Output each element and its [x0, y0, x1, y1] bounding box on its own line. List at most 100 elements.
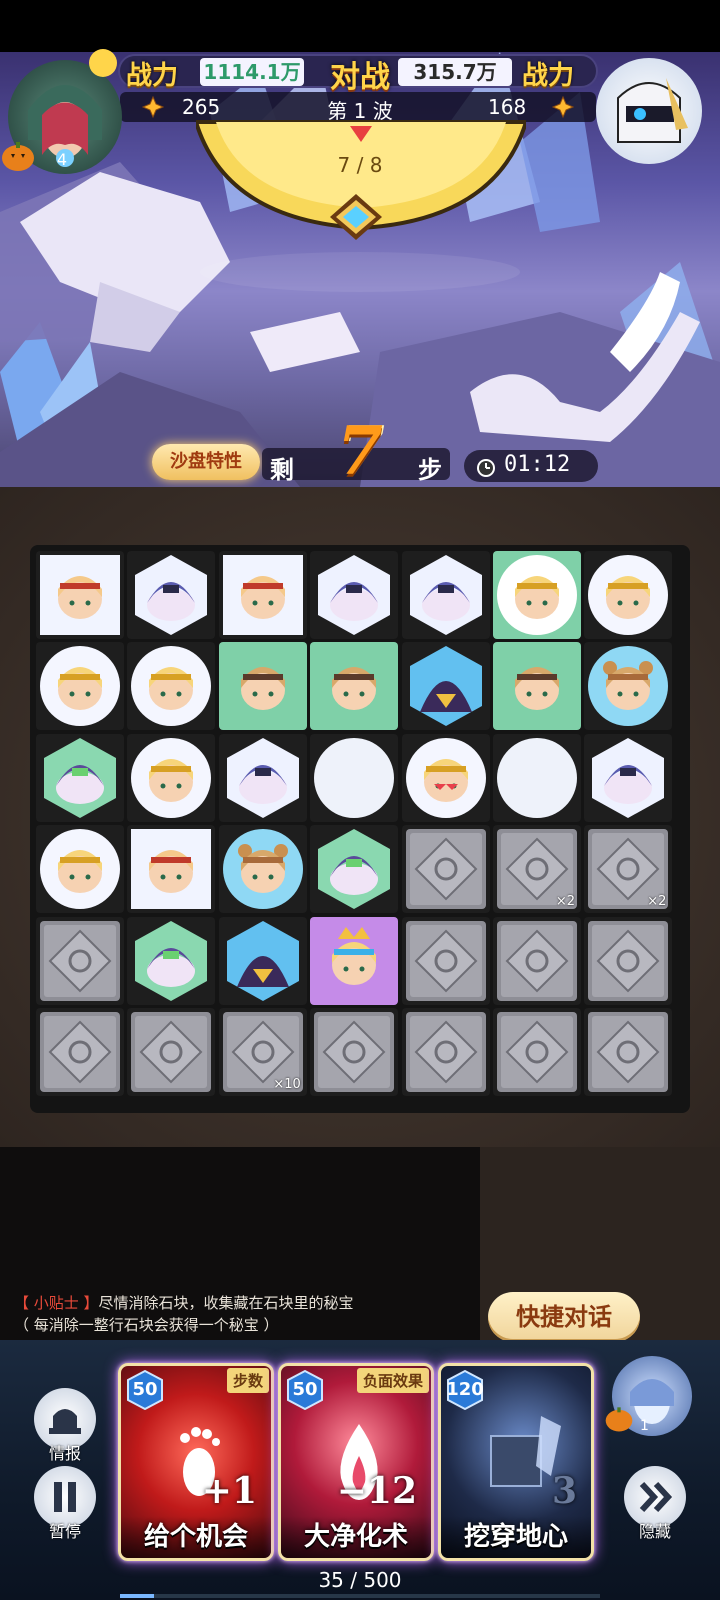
hero-tile[interactable]: [127, 733, 216, 822]
multiplier-label: ×2: [555, 894, 575, 910]
wave-progress-text: 7 / 8: [337, 153, 383, 177]
skill-name: 大净化术: [281, 1516, 431, 1558]
stone-block[interactable]: [584, 1008, 673, 1096]
hero-tile[interactable]: [310, 825, 399, 914]
stone-block[interactable]: [493, 1008, 581, 1096]
hide-label: 隐藏: [638, 1522, 671, 1541]
stone-icon: [588, 1012, 669, 1092]
circ-bear-icon: [222, 829, 303, 910]
hero-tile[interactable]: [127, 551, 216, 639]
energy-text: 35 / 500: [318, 1568, 402, 1592]
hex-green-cyclops-icon: [318, 829, 391, 910]
power-label-right: 战力: [522, 61, 575, 91]
stone-block[interactable]: [36, 916, 124, 1005]
sandbox-trait-button[interactable]: 沙盘特性: [152, 444, 260, 480]
hero-tile[interactable]: [218, 825, 307, 914]
hero-tile[interactable]: [401, 733, 490, 822]
circ-bear-icon: [588, 646, 669, 727]
hero-tile[interactable]: [584, 733, 673, 822]
hero-tile[interactable]: [218, 551, 307, 639]
skill-cost-box: 50: [285, 1370, 325, 1410]
circ-empty-icon: [497, 737, 577, 818]
hero-tile[interactable]: [127, 916, 216, 1005]
sq-horn-green-icon: [222, 646, 303, 727]
hero-tile[interactable]: [218, 916, 307, 1005]
circ-gold-green-icon: [497, 555, 577, 635]
energy-bar: [120, 1594, 600, 1598]
stone-block[interactable]: [401, 825, 490, 914]
match-board: ×2 ×2 ×10: [30, 545, 690, 1113]
hero-tile[interactable]: [584, 642, 673, 731]
skill-tag: 负面效果: [356, 1368, 429, 1393]
hero-tile[interactable]: [218, 642, 307, 731]
vs-label: 对战: [330, 60, 390, 95]
hero-tile[interactable]: [493, 642, 581, 731]
hero-tile[interactable]: [310, 916, 399, 1005]
quick-chat-button[interactable]: 快捷对话: [488, 1292, 640, 1342]
stone-icon: [131, 1012, 212, 1092]
skill-cost: 50: [132, 1379, 158, 1400]
skill-card-chance[interactable]: 50 步数 +1 给个机会: [118, 1363, 274, 1561]
sq-red-icon: [131, 829, 212, 910]
skill-name: 挖穿地心: [441, 1516, 591, 1558]
hero-tile[interactable]: [310, 642, 399, 731]
hero-tile[interactable]: [218, 733, 307, 822]
hex-blue-icon: [226, 737, 299, 818]
stone-block[interactable]: [401, 1008, 490, 1096]
stone-block[interactable]: [401, 916, 490, 1005]
circ-gold-icon: [588, 555, 669, 635]
sq-red-icon: [40, 555, 120, 635]
stone-icon: [40, 1012, 120, 1092]
skill-card-purify[interactable]: 50 负面效果 −12 大净化术: [278, 1363, 434, 1561]
pause-label: 暂停: [48, 1522, 81, 1541]
hex-blue-icon: [135, 555, 208, 635]
moon-icon: [89, 49, 117, 77]
stone-icon: [405, 920, 486, 1001]
hero-tile[interactable]: [584, 551, 673, 639]
hero-tile[interactable]: [127, 642, 216, 731]
stone-block[interactable]: [36, 1008, 124, 1096]
skill-delta: 3: [551, 1470, 577, 1512]
hex-blue-icon: [318, 555, 391, 635]
stone-icon: [405, 1012, 486, 1092]
skill-delta: −12: [336, 1470, 417, 1512]
skill-cost: 50: [292, 1379, 318, 1400]
hero-tile[interactable]: [127, 825, 216, 914]
hex-green-cyclops-icon: [135, 920, 208, 1001]
tip-tag: 【 小贴士 】: [14, 1294, 99, 1312]
hero-tile[interactable]: [493, 733, 581, 822]
steps-remaining: 7: [337, 412, 383, 490]
opponent-avatar[interactable]: [596, 58, 702, 164]
hero-tile[interactable]: [310, 551, 399, 639]
skill-card-dig[interactable]: 120 3 挖穿地心: [438, 1363, 594, 1561]
hero-tile[interactable]: [36, 551, 124, 639]
skill-cost-box: 50: [125, 1370, 165, 1410]
hero-tile[interactable]: [36, 733, 124, 822]
stone-block[interactable]: [493, 916, 581, 1005]
status-bar: [0, 0, 720, 52]
stone-block[interactable]: ×2: [493, 825, 581, 914]
timer: 01:12: [504, 452, 571, 477]
energy-fill: [120, 1594, 154, 1598]
hero-tile[interactable]: [493, 551, 581, 639]
power-label-left: 战力: [126, 61, 179, 91]
steps-prefix: 剩: [270, 456, 294, 484]
circ-heart-icon: [405, 737, 486, 818]
skill-tag: 步数: [226, 1368, 269, 1393]
hero-tile[interactable]: [401, 642, 490, 731]
hero-tile[interactable]: [310, 733, 399, 822]
stone-block[interactable]: ×2: [584, 825, 673, 914]
hero-tile[interactable]: [36, 825, 124, 914]
hex-hood-icon: [409, 646, 482, 727]
sq-horn-green-icon: [497, 646, 577, 727]
stone-icon: [40, 920, 120, 1001]
hero-tile[interactable]: [36, 642, 124, 731]
stone-block[interactable]: [584, 916, 673, 1005]
hero-tile[interactable]: [401, 551, 490, 639]
info-label: 情报: [48, 1444, 81, 1463]
stone-block[interactable]: ×10: [218, 1008, 307, 1096]
circ-gold-icon: [40, 829, 120, 910]
steps-suffix: 步: [418, 456, 442, 484]
stone-block[interactable]: [127, 1008, 216, 1096]
stone-block[interactable]: [310, 1008, 399, 1096]
